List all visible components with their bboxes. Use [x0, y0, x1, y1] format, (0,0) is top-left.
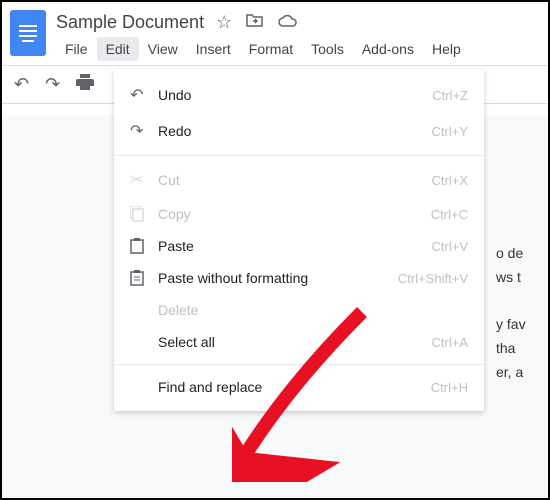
menu-label: Find and replace: [158, 379, 431, 395]
cloud-status-icon[interactable]: [278, 12, 298, 33]
print-button[interactable]: [76, 74, 94, 95]
menu-item-select-all[interactable]: Select all Ctrl+A: [114, 326, 484, 358]
menu-item-undo[interactable]: ↶ Undo Ctrl+Z: [114, 77, 484, 113]
menu-item-delete[interactable]: Delete: [114, 294, 484, 326]
menu-shortcut: Ctrl+C: [431, 207, 468, 222]
menu-help[interactable]: Help: [423, 37, 470, 61]
menu-insert[interactable]: Insert: [187, 37, 240, 61]
menu-shortcut: Ctrl+V: [432, 239, 468, 254]
menu-label: Undo: [158, 87, 432, 103]
menu-label: Copy: [158, 206, 431, 222]
menu-label: Cut: [158, 172, 432, 188]
menu-addons[interactable]: Add-ons: [353, 37, 423, 61]
menu-item-paste[interactable]: Paste Ctrl+V: [114, 230, 484, 262]
menu-item-find-replace[interactable]: Find and replace Ctrl+H: [114, 371, 484, 403]
star-icon[interactable]: ☆: [216, 12, 232, 33]
text-line: ws t: [496, 266, 546, 290]
menu-file[interactable]: File: [56, 37, 97, 61]
menu-shortcut: Ctrl+Shift+V: [398, 271, 468, 286]
document-text-fragment: o de ws t y fav tha er, a: [496, 242, 546, 385]
redo-icon: ↷: [130, 121, 158, 141]
menu-label: Paste: [158, 238, 432, 254]
menu-label: Redo: [158, 123, 432, 139]
menu-shortcut: Ctrl+A: [432, 335, 468, 350]
menu-shortcut: Ctrl+Y: [432, 124, 468, 139]
menu-tools[interactable]: Tools: [302, 37, 353, 61]
menu-divider: [114, 155, 484, 156]
cut-icon: ✂: [130, 170, 158, 190]
menu-shortcut: Ctrl+Z: [432, 88, 468, 103]
menu-item-copy[interactable]: Copy Ctrl+C: [114, 198, 484, 230]
menu-item-cut[interactable]: ✂ Cut Ctrl+X: [114, 162, 484, 198]
copy-icon: [130, 206, 158, 222]
document-title[interactable]: Sample Document: [56, 12, 204, 33]
menu-label: Paste without formatting: [158, 270, 398, 286]
menu-label: Select all: [158, 334, 432, 350]
paste-plain-icon: [130, 270, 158, 286]
text-line: o de: [496, 242, 546, 266]
menu-shortcut: Ctrl+H: [431, 380, 468, 395]
text-line: er, a: [496, 361, 546, 385]
text-line: tha: [496, 337, 546, 361]
menu-edit[interactable]: Edit: [97, 37, 139, 61]
move-folder-icon[interactable]: [246, 12, 264, 33]
undo-button[interactable]: ↶: [14, 74, 29, 95]
edit-dropdown-menu: ↶ Undo Ctrl+Z ↷ Redo Ctrl+Y ✂ Cut Ctrl+X…: [114, 69, 484, 411]
menubar: File Edit View Insert Format Tools Add-o…: [56, 37, 540, 61]
menu-shortcut: Ctrl+X: [432, 173, 468, 188]
menu-label: Delete: [158, 302, 468, 318]
menu-divider: [114, 364, 484, 365]
undo-icon: ↶: [130, 85, 158, 105]
menu-item-redo[interactable]: ↷ Redo Ctrl+Y: [114, 113, 484, 149]
menu-item-paste-plain[interactable]: Paste without formatting Ctrl+Shift+V: [114, 262, 484, 294]
redo-button[interactable]: ↷: [45, 74, 60, 95]
paste-icon: [130, 238, 158, 254]
docs-logo-icon: [10, 10, 46, 56]
menu-format[interactable]: Format: [240, 37, 302, 61]
text-line: y fav: [496, 313, 546, 337]
menu-view[interactable]: View: [139, 37, 187, 61]
